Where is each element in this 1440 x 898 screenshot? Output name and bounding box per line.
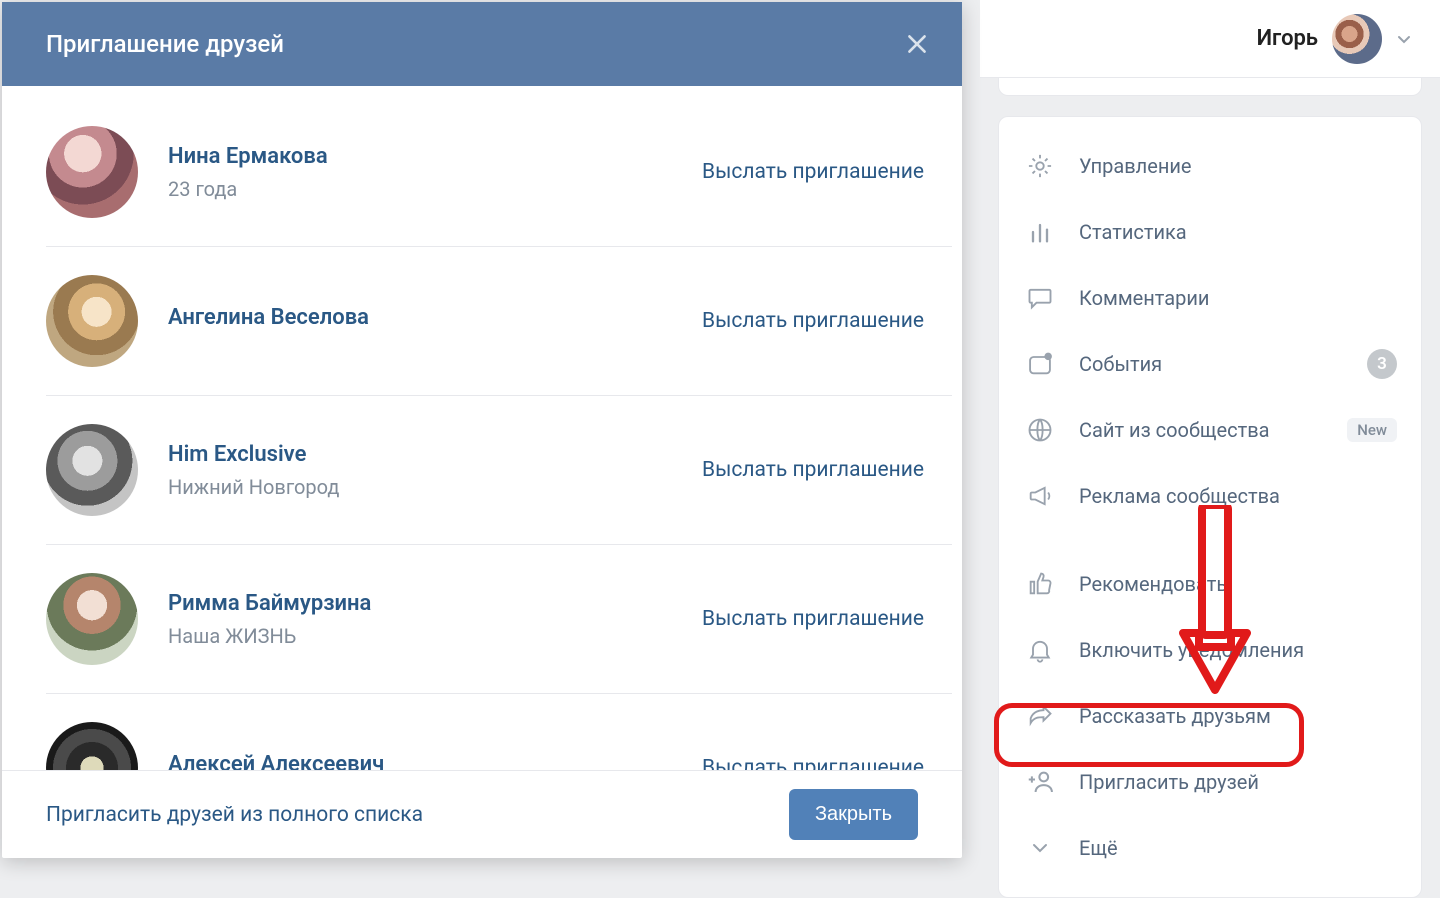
thumb-up-icon	[1023, 567, 1057, 601]
avatar[interactable]	[1332, 14, 1382, 64]
friend-row: Нина Ермакова 23 года Выслать приглашени…	[46, 86, 952, 247]
send-invite-link[interactable]: Выслать приглашение	[702, 309, 924, 333]
sidebar-item-label: Пригласить друзей	[1079, 770, 1397, 794]
invite-friends-modal: Приглашение друзей Нина Ермакова 23 года…	[2, 2, 962, 858]
sidebar-item-label: Рекомендовать	[1079, 572, 1397, 596]
close-button[interactable]: Закрыть	[789, 789, 918, 840]
friend-name[interactable]: Him Exclusive	[168, 442, 672, 467]
sidebar-item-label: Реклама сообщества	[1079, 484, 1397, 508]
friend-name[interactable]: Римма Баймурзина	[168, 591, 672, 616]
send-invite-link[interactable]: Выслать приглашение	[702, 756, 924, 770]
friend-row: Him Exclusive Нижний Новгород Выслать пр…	[46, 396, 952, 545]
modal-header: Приглашение друзей	[2, 2, 962, 86]
send-invite-link[interactable]: Выслать приглашение	[702, 160, 924, 184]
sidebar-item-label: Управление	[1079, 154, 1397, 178]
sidebar-separator	[999, 529, 1421, 551]
gear-icon	[1023, 149, 1057, 183]
invite-from-full-list-link[interactable]: Пригласить друзей из полного списка	[46, 803, 423, 827]
chevron-down-icon	[1023, 831, 1057, 865]
close-icon[interactable]	[904, 31, 930, 57]
sidebar-item-site[interactable]: Сайт из сообщества New	[999, 397, 1421, 463]
sidebar-item-events[interactable]: События 3	[999, 331, 1421, 397]
friend-info: Ангелина Веселова	[168, 305, 672, 338]
sidebar-item-comments[interactable]: Комментарии	[999, 265, 1421, 331]
modal-title: Приглашение друзей	[46, 30, 284, 58]
sidebar-item-label: Комментарии	[1079, 286, 1397, 310]
friend-subtext: Наша ЖИЗНЬ	[168, 624, 672, 648]
sidebar-item-manage[interactable]: Управление	[999, 133, 1421, 199]
sidebar-item-label: Сайт из сообщества	[1079, 418, 1325, 442]
add-user-icon	[1023, 765, 1057, 799]
sidebar-item-label: Включить уведомления	[1079, 638, 1397, 662]
stats-icon	[1023, 215, 1057, 249]
sidebar-item-recommend[interactable]: Рекомендовать	[999, 551, 1421, 617]
sidebar-item-ads[interactable]: Реклама сообщества	[999, 463, 1421, 529]
globe-icon	[1023, 413, 1057, 447]
friend-info: Нина Ермакова 23 года	[168, 144, 672, 201]
friend-info: Алексей Алексеевич	[168, 752, 672, 771]
friend-row: Алексей Алексеевич Выслать приглашение	[46, 694, 952, 770]
profile-name: Игорь	[1257, 26, 1318, 51]
right-column: Игорь Управление Статистика Комментарии	[980, 0, 1440, 880]
friend-row: Римма Баймурзина Наша ЖИЗНЬ Выслать приг…	[46, 545, 952, 694]
sidebar-item-share[interactable]: Рассказать друзьям	[999, 683, 1421, 749]
friend-name[interactable]: Нина Ермакова	[168, 144, 672, 169]
send-invite-link[interactable]: Выслать приглашение	[702, 607, 924, 631]
avatar[interactable]	[46, 275, 138, 367]
events-count-badge: 3	[1367, 349, 1397, 379]
modal-body[interactable]: Нина Ермакова 23 года Выслать приглашени…	[2, 86, 962, 770]
avatar[interactable]	[46, 126, 138, 218]
notification-card-icon	[1023, 347, 1057, 381]
friend-info: Him Exclusive Нижний Новгород	[168, 442, 672, 499]
sidebar-item-more[interactable]: Ещё	[999, 815, 1421, 881]
sidebar-item-label: События	[1079, 352, 1345, 376]
avatar[interactable]	[46, 424, 138, 516]
avatar[interactable]	[46, 722, 138, 770]
sidebar-item-label: Статистика	[1079, 220, 1397, 244]
sidebar-item-invite-friends[interactable]: Пригласить друзей	[999, 749, 1421, 815]
megaphone-icon	[1023, 479, 1057, 513]
avatar[interactable]	[46, 573, 138, 665]
sidebar-item-stats[interactable]: Статистика	[999, 199, 1421, 265]
comment-icon	[1023, 281, 1057, 315]
friend-subtext: 23 года	[168, 177, 672, 201]
friend-name[interactable]: Алексей Алексеевич	[168, 752, 672, 771]
share-icon	[1023, 699, 1057, 733]
friend-name[interactable]: Ангелина Веселова	[168, 305, 672, 330]
friend-row: Ангелина Веселова Выслать приглашение	[46, 247, 952, 396]
bell-icon	[1023, 633, 1057, 667]
sidebar-item-notifications[interactable]: Включить уведомления	[999, 617, 1421, 683]
search-card-stub	[998, 78, 1422, 96]
chevron-down-icon[interactable]	[1396, 31, 1412, 47]
modal-footer: Пригласить друзей из полного списка Закр…	[2, 770, 962, 858]
profile-bar[interactable]: Игорь	[980, 0, 1440, 78]
friend-subtext: Нижний Новгород	[168, 475, 672, 499]
sidebar-item-label: Ещё	[1079, 836, 1397, 860]
sidebar-card: Управление Статистика Комментарии Событи…	[998, 116, 1422, 898]
sidebar-item-label: Рассказать друзьям	[1079, 704, 1397, 728]
send-invite-link[interactable]: Выслать приглашение	[702, 458, 924, 482]
friend-info: Римма Баймурзина Наша ЖИЗНЬ	[168, 591, 672, 648]
new-badge: New	[1347, 418, 1397, 442]
